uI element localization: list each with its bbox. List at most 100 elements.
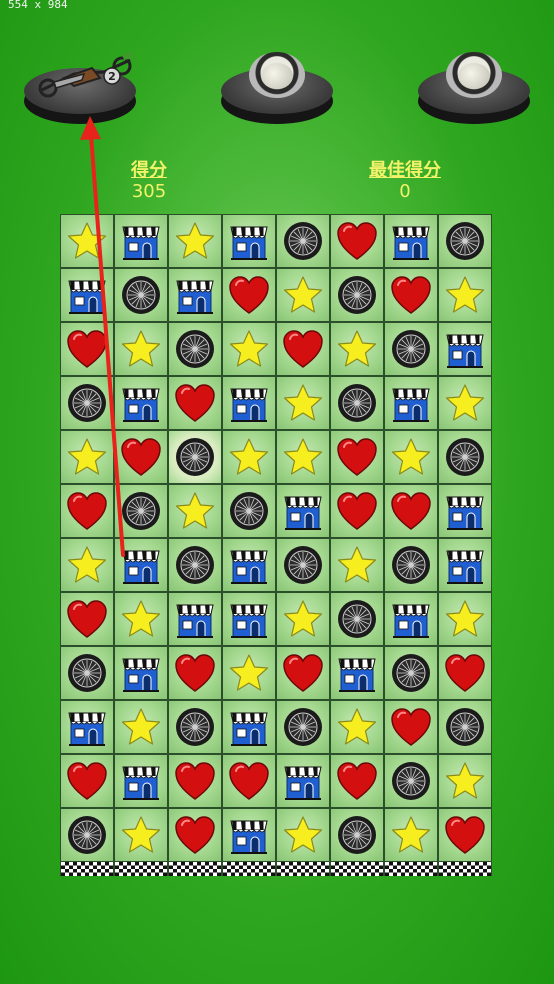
board-tile[interactable] — [168, 808, 222, 862]
board-tile[interactable] — [276, 322, 330, 376]
board-tile[interactable] — [168, 754, 222, 808]
pod-3-empty-slot[interactable] — [418, 52, 530, 128]
board-tile[interactable] — [438, 700, 492, 754]
board-tile[interactable] — [60, 592, 114, 646]
board-tile[interactable] — [114, 214, 168, 268]
board-tile[interactable] — [168, 214, 222, 268]
board-tile[interactable] — [222, 592, 276, 646]
board-tile[interactable] — [438, 214, 492, 268]
board-tile[interactable] — [168, 268, 222, 322]
board-tile[interactable] — [384, 376, 438, 430]
board-tile[interactable] — [60, 484, 114, 538]
board-tile[interactable] — [222, 322, 276, 376]
board-tile[interactable] — [114, 538, 168, 592]
board-tile[interactable] — [222, 430, 276, 484]
board-tile[interactable] — [114, 376, 168, 430]
board-tile[interactable] — [276, 430, 330, 484]
board-tile[interactable] — [168, 700, 222, 754]
board-tile[interactable] — [222, 376, 276, 430]
board-tile[interactable] — [438, 322, 492, 376]
board-tile[interactable] — [384, 430, 438, 484]
board-tile[interactable] — [168, 646, 222, 700]
board-tile[interactable] — [330, 646, 384, 700]
board-tile[interactable] — [384, 322, 438, 376]
board-tile[interactable] — [222, 754, 276, 808]
board-tile[interactable] — [60, 808, 114, 862]
board-tile[interactable] — [330, 808, 384, 862]
board-tile[interactable] — [60, 214, 114, 268]
board-tile[interactable] — [114, 754, 168, 808]
board-tile[interactable] — [60, 646, 114, 700]
pod-1-motorcycle-slot[interactable]: 2 — [24, 52, 136, 128]
board-tile[interactable] — [384, 808, 438, 862]
board-tile[interactable] — [222, 268, 276, 322]
board-tile[interactable] — [384, 592, 438, 646]
board-tile[interactable] — [438, 754, 492, 808]
board-tile[interactable] — [60, 754, 114, 808]
board-tile[interactable] — [384, 538, 438, 592]
board-tile[interactable] — [222, 538, 276, 592]
board-tile[interactable] — [438, 538, 492, 592]
board-tile[interactable] — [330, 754, 384, 808]
board-tile[interactable] — [384, 484, 438, 538]
board-tile[interactable] — [60, 376, 114, 430]
board-tile[interactable] — [438, 646, 492, 700]
board-tile[interactable] — [114, 484, 168, 538]
pod-2-empty-slot[interactable] — [221, 52, 333, 128]
board-tile[interactable] — [438, 592, 492, 646]
board-tile[interactable] — [330, 214, 384, 268]
board-tile[interactable] — [276, 646, 330, 700]
board-tile[interactable] — [114, 268, 168, 322]
board-tile[interactable] — [276, 808, 330, 862]
board-tile[interactable] — [438, 268, 492, 322]
board-tile[interactable] — [222, 214, 276, 268]
board-tile[interactable] — [276, 268, 330, 322]
board-tile[interactable] — [276, 484, 330, 538]
board-tile[interactable] — [384, 646, 438, 700]
board-tile[interactable] — [114, 592, 168, 646]
board-tile[interactable] — [168, 376, 222, 430]
board-tile[interactable] — [330, 538, 384, 592]
board-tile[interactable] — [168, 538, 222, 592]
board-tile[interactable] — [60, 430, 114, 484]
board-tile[interactable] — [168, 430, 222, 484]
board-tile[interactable] — [438, 376, 492, 430]
board-tile[interactable] — [114, 700, 168, 754]
board-tile[interactable] — [384, 214, 438, 268]
board-tile[interactable] — [276, 592, 330, 646]
board-tile[interactable] — [168, 484, 222, 538]
board-tile[interactable] — [384, 268, 438, 322]
board-tile[interactable] — [222, 646, 276, 700]
board-tile[interactable] — [438, 430, 492, 484]
board-tile[interactable] — [222, 484, 276, 538]
board-tile[interactable] — [330, 322, 384, 376]
board-tile[interactable] — [168, 592, 222, 646]
board-tile[interactable] — [276, 376, 330, 430]
board-tile[interactable] — [222, 700, 276, 754]
board-tile[interactable] — [276, 538, 330, 592]
board-tile[interactable] — [276, 214, 330, 268]
board-tile[interactable] — [384, 754, 438, 808]
board-tile[interactable] — [438, 808, 492, 862]
board-tile[interactable] — [330, 484, 384, 538]
board-tile[interactable] — [114, 808, 168, 862]
board-tile[interactable] — [330, 592, 384, 646]
board-tile[interactable] — [168, 322, 222, 376]
board-tile[interactable] — [222, 808, 276, 862]
board-tile[interactable] — [276, 754, 330, 808]
board-tile[interactable] — [60, 700, 114, 754]
board-tile[interactable] — [330, 268, 384, 322]
board-tile[interactable] — [330, 430, 384, 484]
board-tile[interactable] — [114, 430, 168, 484]
board-tile[interactable] — [60, 322, 114, 376]
wheel-icon — [389, 327, 433, 371]
board-tile[interactable] — [114, 646, 168, 700]
board-tile[interactable] — [114, 322, 168, 376]
board-tile[interactable] — [438, 484, 492, 538]
board-tile[interactable] — [330, 376, 384, 430]
board-tile[interactable] — [60, 268, 114, 322]
board-tile[interactable] — [60, 538, 114, 592]
board-tile[interactable] — [330, 700, 384, 754]
board-tile[interactable] — [276, 700, 330, 754]
board-tile[interactable] — [384, 700, 438, 754]
